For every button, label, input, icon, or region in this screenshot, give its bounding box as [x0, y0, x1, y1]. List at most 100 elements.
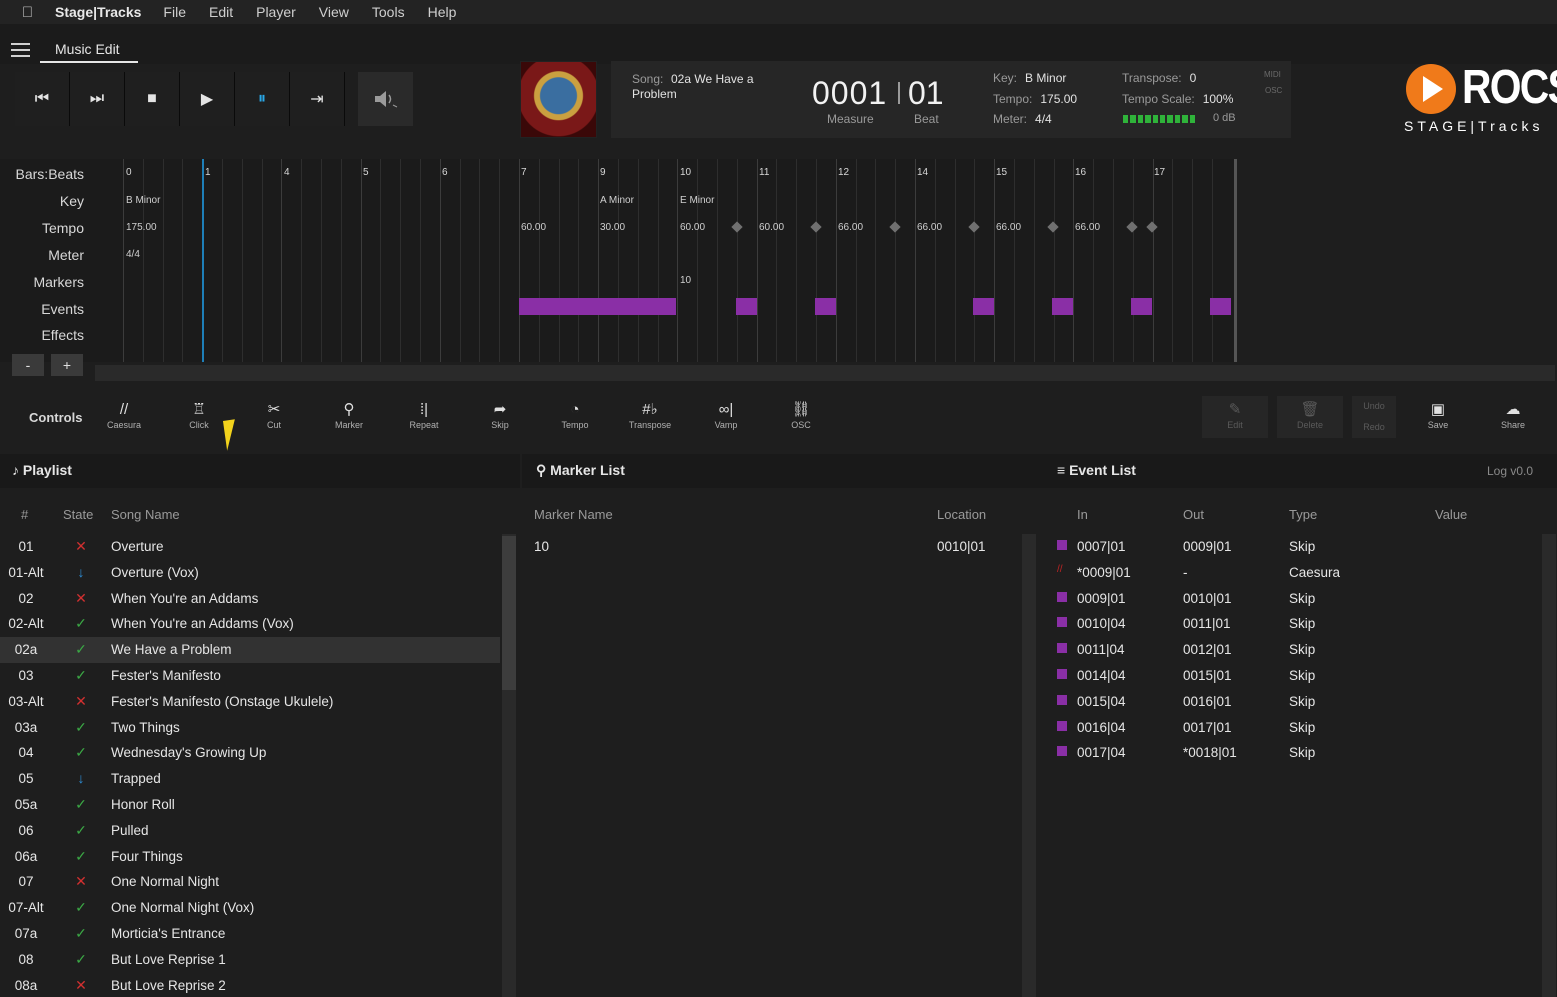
- timeline-event[interactable]: [815, 298, 836, 315]
- tempo-change[interactable]: 30.00: [600, 222, 625, 233]
- timeline-event[interactable]: [1210, 298, 1231, 315]
- marker-button[interactable]: ⚲ Marker: [315, 400, 383, 436]
- playlist-row[interactable]: 02-Alt ✓ When You're an Addams (Vox): [0, 611, 500, 637]
- skip-back-button[interactable]: ⏮: [15, 72, 70, 126]
- playlist-row[interactable]: 01 ✕ Overture: [0, 534, 500, 560]
- hamburger-menu-icon[interactable]: [11, 43, 30, 58]
- playlist-row[interactable]: 07 ✕ One Normal Night: [0, 869, 500, 895]
- playlist-row[interactable]: 01-Alt ↓ Overture (Vox): [0, 560, 500, 586]
- volume-button[interactable]: [358, 72, 413, 126]
- event-row[interactable]: 0009|01 0010|01 Skip: [1042, 586, 1542, 612]
- menu-player[interactable]: Player: [256, 4, 296, 20]
- save-button[interactable]: ▣ Save: [1404, 400, 1472, 436]
- tempo-button[interactable]: ◔ Tempo: [541, 400, 609, 436]
- menu-edit[interactable]: Edit: [209, 4, 233, 20]
- timeline-event[interactable]: [973, 298, 994, 315]
- meter-change[interactable]: 4/4: [126, 249, 140, 260]
- menu-help[interactable]: Help: [428, 4, 457, 20]
- playlist-row[interactable]: 07-Alt ✓ One Normal Night (Vox): [0, 895, 500, 921]
- marker-row[interactable]: 10 0010|01: [522, 534, 1022, 560]
- repeat-button[interactable]: ⁞| Repeat: [390, 400, 458, 436]
- stop-button[interactable]: ■: [125, 72, 180, 126]
- play-button[interactable]: ▶: [180, 72, 235, 126]
- playlist-row[interactable]: 06a ✓ Four Things: [0, 844, 500, 870]
- apple-icon[interactable]: : [0, 4, 55, 21]
- timeline-scrollbar[interactable]: [95, 365, 1555, 381]
- vamp-button[interactable]: ∞| Vamp: [692, 400, 760, 436]
- key-change[interactable]: B Minor: [126, 195, 160, 206]
- tempo-change[interactable]: 66.00: [1075, 222, 1100, 233]
- playlist-row[interactable]: 04 ✓ Wednesday's Growing Up: [0, 740, 500, 766]
- skip-button[interactable]: ➦ Skip: [466, 400, 534, 436]
- song-end-line[interactable]: [1234, 159, 1237, 362]
- menu-view[interactable]: View: [319, 4, 349, 20]
- tempo-change[interactable]: 66.00: [917, 222, 942, 233]
- edit-button[interactable]: ✎ Edit: [1201, 400, 1269, 436]
- event-row[interactable]: 0011|04 0012|01 Skip: [1042, 637, 1542, 663]
- event-row[interactable]: 0016|04 0017|01 Skip: [1042, 715, 1542, 741]
- tempo-node[interactable]: [968, 221, 980, 233]
- marker-scrollbar[interactable]: [1022, 534, 1036, 997]
- menu-tools[interactable]: Tools: [372, 4, 405, 20]
- undo-button[interactable]: Undo: [1352, 396, 1396, 417]
- event-row[interactable]: 0014|04 0015|01 Skip: [1042, 663, 1542, 689]
- tempo-change[interactable]: 66.00: [996, 222, 1021, 233]
- log-version[interactable]: Log v0.0: [1487, 464, 1533, 478]
- timeline-marker[interactable]: 10: [680, 275, 691, 286]
- zoom-in-button[interactable]: +: [51, 354, 83, 376]
- app-name-menu[interactable]: Stage|Tracks: [55, 4, 141, 20]
- playlist-row[interactable]: 03 ✓ Fester's Manifesto: [0, 663, 500, 689]
- event-row[interactable]: 0007|01 0009|01 Skip: [1042, 534, 1542, 560]
- key-change[interactable]: A Minor: [600, 195, 634, 206]
- playlist-row[interactable]: 08a ✕ But Love Reprise 2: [0, 973, 500, 997]
- transpose-button[interactable]: #♭ Transpose: [616, 400, 684, 436]
- timeline-event[interactable]: [1131, 298, 1152, 315]
- skip-end-button[interactable]: ⇥: [290, 72, 345, 126]
- cut-button[interactable]: ✂ Cut: [240, 400, 308, 436]
- playlist-row[interactable]: 08 ✓ But Love Reprise 1: [0, 947, 500, 973]
- event-list-title[interactable]: ≡ Event List: [1057, 462, 1136, 478]
- playlist-row[interactable]: 03-Alt ✕ Fester's Manifesto (Onstage Ukule…: [0, 689, 500, 715]
- playlist-row[interactable]: 02 ✕ When You're an Addams: [0, 586, 500, 612]
- event-row[interactable]: 0017|04 *0018|01 Skip: [1042, 740, 1542, 766]
- event-row[interactable]: 0015|04 0016|01 Skip: [1042, 689, 1542, 715]
- key-change[interactable]: E Minor: [680, 195, 714, 206]
- playlist-title[interactable]: ♪ Playlist: [12, 462, 72, 478]
- playlist-scroll-thumb[interactable]: [502, 536, 516, 690]
- caesura-button[interactable]: // Caesura: [90, 400, 158, 436]
- redo-button[interactable]: Redo: [1352, 417, 1396, 438]
- share-button[interactable]: ☁ Share: [1479, 400, 1547, 436]
- pause-button[interactable]: ⏸: [235, 72, 290, 126]
- tempo-change[interactable]: 60.00: [521, 222, 546, 233]
- tempo-change[interactable]: 60.00: [759, 222, 784, 233]
- timeline-event[interactable]: [736, 298, 757, 315]
- event-row[interactable]: // *0009|01 - Caesura: [1042, 560, 1542, 586]
- playlist-row[interactable]: 06 ✓ Pulled: [0, 818, 500, 844]
- playhead[interactable]: [202, 159, 204, 362]
- timeline-grid[interactable]: 0 1 4 5 6 7 9 10 11 12 14 15 16 17 B Min…: [123, 159, 1238, 362]
- marker-list-title[interactable]: ⚲ Marker List: [536, 462, 625, 479]
- delete-button[interactable]: 🗑 Delete: [1276, 400, 1344, 436]
- tempo-node[interactable]: [889, 221, 901, 233]
- tempo-node[interactable]: [731, 221, 743, 233]
- playlist-row[interactable]: 05a ✓ Honor Roll: [0, 792, 500, 818]
- tempo-node[interactable]: [1126, 221, 1138, 233]
- timeline-event[interactable]: [1052, 298, 1073, 315]
- next-button[interactable]: ⏭: [70, 72, 125, 126]
- tempo-node[interactable]: [1047, 221, 1059, 233]
- tempo-node[interactable]: [810, 221, 822, 233]
- tempo-node[interactable]: [1146, 221, 1158, 233]
- playlist-row[interactable]: 05 ↓ Trapped: [0, 766, 500, 792]
- tempo-change[interactable]: 60.00: [680, 222, 705, 233]
- event-scrollbar[interactable]: [1542, 534, 1556, 997]
- click-button[interactable]: ♖ Click: [165, 400, 233, 436]
- menu-file[interactable]: File: [163, 4, 186, 20]
- playlist-row[interactable]: 03a ✓ Two Things: [0, 715, 500, 741]
- tab-music-edit[interactable]: Music Edit: [40, 33, 138, 63]
- playlist-row[interactable]: 02a ✓ We Have a Problem: [0, 637, 500, 664]
- timeline-event[interactable]: [519, 298, 676, 315]
- event-row[interactable]: 0010|04 0011|01 Skip: [1042, 611, 1542, 637]
- tempo-change[interactable]: 175.00: [126, 222, 157, 233]
- zoom-out-button[interactable]: -: [12, 354, 44, 376]
- tempo-change[interactable]: 66.00: [838, 222, 863, 233]
